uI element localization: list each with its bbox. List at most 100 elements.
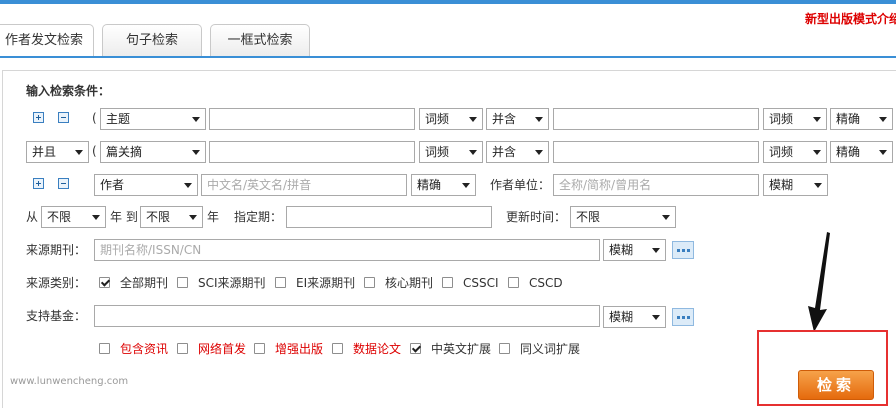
chevron-down-icon — [92, 215, 100, 220]
checkbox-enhanced[interactable] — [254, 343, 265, 354]
update-select-value: 不限 — [576, 210, 601, 224]
freq-select-2a-value: 词频 — [425, 145, 450, 159]
checkbox-cn-en-expand[interactable] — [410, 343, 421, 354]
journal-input[interactable]: 期刊名称/ISSN/CN — [94, 239, 600, 261]
checkbox-online-first[interactable] — [177, 343, 188, 354]
core-label: 核心期刊 — [385, 276, 434, 290]
freq-select-2a[interactable]: 词频 — [419, 141, 483, 163]
chevron-down-icon — [879, 150, 887, 155]
fund-match-select[interactable]: 模糊 — [603, 306, 666, 328]
tab-author-search[interactable]: 作者发文检索 — [0, 24, 94, 58]
keyword-input-2b[interactable] — [553, 141, 759, 163]
add-author-row-icon[interactable] — [33, 178, 44, 189]
author-field-select[interactable]: 作者 — [94, 174, 198, 196]
start-year-select-value: 不限 — [47, 210, 72, 224]
update-label: 更新时间： — [506, 210, 567, 224]
add-row-icon[interactable] — [33, 112, 44, 123]
chevron-down-icon — [879, 117, 887, 122]
keyword-input-1[interactable] — [209, 108, 415, 130]
from-label: 从 — [26, 210, 39, 224]
journal-label: 来源期刊： — [26, 243, 87, 257]
freq-select-2b-value: 词频 — [769, 145, 794, 159]
ei-label: EI来源期刊 — [296, 276, 356, 290]
match-select-2-value: 精确 — [836, 145, 861, 159]
keyword-input-2[interactable] — [209, 141, 415, 163]
checkbox-sci[interactable] — [177, 277, 188, 288]
org-input-placeholder: 全称/简称/曾用名 — [559, 178, 652, 192]
logic-select-2-value: 并含 — [492, 145, 517, 159]
journal-picker-icon[interactable] — [672, 241, 694, 259]
include-news-label: 包含资讯 — [120, 342, 169, 356]
chevron-down-icon — [192, 117, 200, 122]
tab-sentence-search[interactable]: 句子检索 — [102, 24, 202, 57]
checkbox-all-journals[interactable] — [99, 277, 110, 288]
checkbox-data-paper[interactable] — [332, 343, 343, 354]
annotation-arrow-icon — [808, 232, 830, 332]
field-select-1[interactable]: 主题 — [100, 108, 206, 130]
chevron-down-icon — [813, 117, 821, 122]
tab-one-box-search[interactable]: 一框式检索 — [210, 24, 310, 57]
logic-select-1-value: 并含 — [492, 112, 517, 126]
org-input[interactable]: 全称/简称/曾用名 — [553, 174, 759, 196]
open-paren-2: ( — [92, 144, 97, 158]
form-heading: 输入检索条件： — [26, 84, 111, 98]
end-year-select[interactable]: 不限 — [140, 206, 203, 228]
search-button[interactable]: 检索 — [798, 370, 874, 400]
remove-row-icon[interactable] — [58, 112, 69, 123]
checkbox-core[interactable] — [364, 277, 375, 288]
chevron-down-icon — [535, 150, 543, 155]
freq-select-1a-value: 词频 — [425, 112, 450, 126]
match-select-2[interactable]: 精确 — [830, 141, 893, 163]
keyword-input-1b[interactable] — [553, 108, 759, 130]
chevron-down-icon — [469, 150, 477, 155]
fund-label: 支持基金： — [26, 309, 87, 323]
match-select-1-value: 精确 — [836, 112, 861, 126]
date-input[interactable] — [286, 206, 492, 228]
year-to-label: 年 到 — [110, 210, 138, 224]
freq-select-1a[interactable]: 词频 — [419, 108, 483, 130]
chevron-down-icon — [75, 150, 83, 155]
chevron-down-icon — [813, 150, 821, 155]
start-year-select[interactable]: 不限 — [41, 206, 106, 228]
chevron-down-icon — [192, 150, 200, 155]
chevron-down-icon — [184, 183, 192, 188]
freq-select-2b[interactable]: 词频 — [763, 141, 827, 163]
bool-select-2[interactable]: 并且 — [26, 141, 89, 163]
checkbox-synonym-expand[interactable] — [499, 343, 510, 354]
fund-input[interactable] — [94, 305, 600, 327]
category-label: 来源类别： — [26, 276, 87, 290]
cscd-label: CSCD — [529, 276, 563, 290]
chevron-down-icon — [814, 183, 822, 188]
watermark: www.lunwencheng.com — [10, 376, 129, 387]
end-year-select-value: 不限 — [146, 210, 171, 224]
author-match-select[interactable]: 精确 — [411, 174, 476, 196]
promo-link[interactable]: 新型出版模式介绍 — [805, 10, 896, 27]
author-field-select-value: 作者 — [100, 178, 125, 192]
field-select-1-value: 主题 — [106, 112, 131, 126]
checkbox-ei[interactable] — [275, 277, 286, 288]
author-input-placeholder: 中文名/英文名/拼音 — [207, 178, 312, 192]
year-label: 年 — [207, 210, 220, 224]
remove-author-row-icon[interactable] — [58, 178, 69, 189]
org-match-select-value: 模糊 — [769, 178, 794, 192]
checkbox-cssci[interactable] — [442, 277, 453, 288]
author-input[interactable]: 中文名/英文名/拼音 — [201, 174, 407, 196]
update-select[interactable]: 不限 — [570, 206, 676, 228]
org-match-select[interactable]: 模糊 — [763, 174, 828, 196]
checkbox-cscd[interactable] — [508, 277, 519, 288]
org-label: 作者单位： — [490, 178, 551, 192]
chevron-down-icon — [462, 183, 470, 188]
cn-en-expand-label: 中英文扩展 — [431, 342, 492, 356]
match-select-1[interactable]: 精确 — [830, 108, 893, 130]
journal-match-select[interactable]: 模糊 — [603, 239, 666, 261]
tab-divider — [0, 56, 896, 58]
freq-select-1b[interactable]: 词频 — [763, 108, 827, 130]
logic-select-2[interactable]: 并含 — [486, 141, 549, 163]
checkbox-include-news[interactable] — [99, 343, 110, 354]
fund-match-select-value: 模糊 — [609, 310, 634, 324]
fund-picker-icon[interactable] — [672, 308, 694, 326]
logic-select-1[interactable]: 并含 — [486, 108, 549, 130]
field-select-2[interactable]: 篇关摘 — [100, 141, 206, 163]
cssci-label: CSSCI — [463, 276, 499, 290]
enhanced-label: 增强出版 — [275, 342, 324, 356]
